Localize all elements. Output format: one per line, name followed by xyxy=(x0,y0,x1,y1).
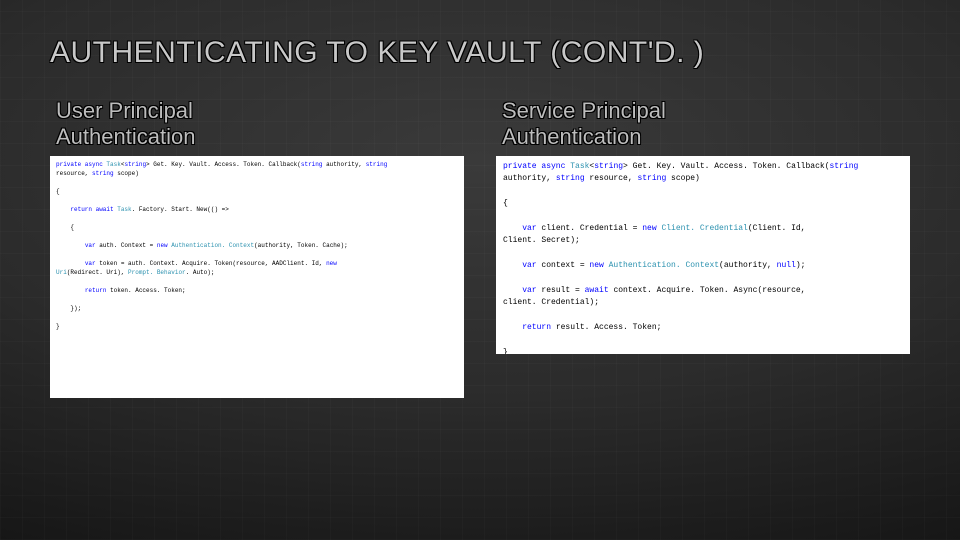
t: return xyxy=(85,287,107,294)
slide: AUTHENTICATING TO KEY VAULT (CONT'D. ) U… xyxy=(0,0,960,540)
right-heading: Service Principal Authentication xyxy=(502,98,910,150)
t: string xyxy=(124,161,146,168)
t: > xyxy=(623,162,633,171)
left-code-box: private async Task<string> Get. Key. Vau… xyxy=(50,156,464,398)
t: Authentication. Context xyxy=(609,261,719,270)
t: string xyxy=(301,161,323,168)
t: return xyxy=(522,323,551,332)
t: new xyxy=(326,260,337,267)
left-heading-line2: Authentication xyxy=(56,124,195,149)
t: return await xyxy=(70,206,117,213)
t: private async xyxy=(56,161,106,168)
t: resource, xyxy=(56,170,92,177)
t: null xyxy=(777,261,796,270)
t: Client. Credential xyxy=(661,224,747,233)
t: var xyxy=(522,286,536,295)
right-code-box: private async Task<string> Get. Key. Vau… xyxy=(496,156,910,354)
t: client. Credential = xyxy=(537,224,643,233)
t: Client. Secret); xyxy=(503,236,580,245)
left-heading-line1: User Principal xyxy=(56,98,193,123)
t: string xyxy=(556,174,585,183)
t: result. Access. Token; xyxy=(551,323,661,332)
t: . Auto); xyxy=(186,269,215,276)
t: Task xyxy=(106,161,120,168)
t: } xyxy=(56,322,458,331)
t: string xyxy=(594,162,623,171)
t: ); xyxy=(796,261,806,270)
t: await xyxy=(585,286,609,295)
t: var xyxy=(85,260,96,267)
t: string xyxy=(637,174,666,183)
t: Task xyxy=(117,206,131,213)
t: (authority, Token. Cache); xyxy=(254,242,348,249)
t: } xyxy=(503,347,903,354)
t: private async xyxy=(503,162,570,171)
right-heading-line1: Service Principal xyxy=(502,98,666,123)
t: authority, xyxy=(322,161,365,168)
left-column: User Principal Authentication private as… xyxy=(50,98,464,398)
t: var xyxy=(522,261,536,270)
t: string xyxy=(366,161,388,168)
t: { xyxy=(70,224,74,231)
t: token = auth. Context. Acquire. Token(re… xyxy=(96,260,326,267)
t: string xyxy=(830,162,859,171)
t: Get. Key. Vault. Access. Token. Callback… xyxy=(153,161,301,168)
t: Task xyxy=(570,162,589,171)
page-title: AUTHENTICATING TO KEY VAULT (CONT'D. ) xyxy=(50,36,910,70)
t: context. Acquire. Token. Async(resource, xyxy=(609,286,806,295)
t: authority, xyxy=(503,174,556,183)
right-heading-line2: Authentication xyxy=(502,124,641,149)
t: auth. Context = xyxy=(96,242,157,249)
t: new xyxy=(589,261,608,270)
t: new xyxy=(157,242,171,249)
t: }); xyxy=(70,305,81,312)
t: result = xyxy=(537,286,585,295)
t: new xyxy=(642,224,661,233)
t: { xyxy=(503,198,903,210)
t: token. Access. Token; xyxy=(106,287,185,294)
t: (Redirect. Uri), xyxy=(67,269,128,276)
t: string xyxy=(92,170,114,177)
t: Uri xyxy=(56,269,67,276)
t: context = xyxy=(537,261,590,270)
t: var xyxy=(522,224,536,233)
t: client. Credential); xyxy=(503,298,599,307)
t: (Client. Id, xyxy=(748,224,806,233)
left-heading: User Principal Authentication xyxy=(56,98,464,150)
t: { xyxy=(56,187,458,196)
t: . Factory. Start. New(() => xyxy=(132,206,229,213)
t: Prompt. Behavior xyxy=(128,269,186,276)
t: scope) xyxy=(114,170,139,177)
t: resource, xyxy=(585,174,638,183)
right-column: Service Principal Authentication private… xyxy=(496,98,910,398)
t: var xyxy=(85,242,96,249)
t: scope) xyxy=(666,174,700,183)
t: Get. Key. Vault. Access. Token. Callback… xyxy=(633,162,830,171)
t: (authority, xyxy=(719,261,777,270)
columns: User Principal Authentication private as… xyxy=(50,98,910,398)
t: Authentication. Context xyxy=(171,242,254,249)
